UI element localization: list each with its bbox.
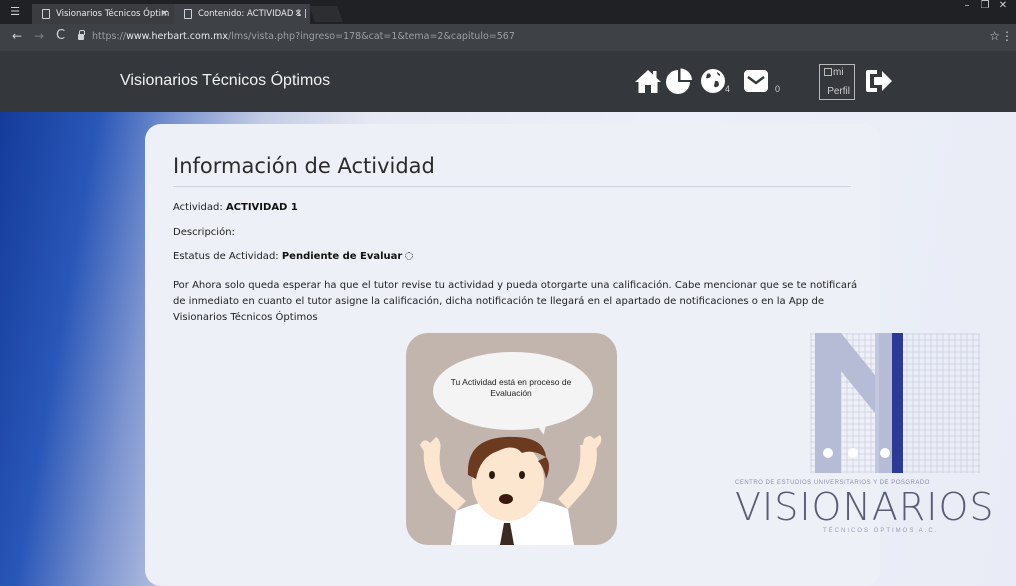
globe-icon[interactable] [698,66,728,96]
spinner-icon [405,252,414,260]
description-label: Descripción: [173,227,235,238]
profile-alt-text-1: mi [833,67,844,78]
address-bar: ← → C https://www.herbart.com.mx/lms/vis… [0,24,1016,51]
broken-image-icon [824,68,832,76]
logo-mark-icon [815,333,903,473]
close-window-icon[interactable]: ✕ [994,0,1012,11]
browser-tab-2[interactable]: Contenido: ACTIVIDAD 1 | ✕ [174,4,310,24]
new-tab-button[interactable] [309,6,343,22]
notifications-count: 4 [725,84,731,94]
app-header: Visionarios Técnicos Óptimos 4 0 mi Perf… [0,51,1016,112]
restore-icon[interactable]: ❐ [976,0,994,11]
url-field[interactable]: https://www.herbart.com.mx/lms/vista.php… [92,31,515,42]
reload-icon[interactable]: C [56,28,65,43]
logout-icon[interactable] [864,66,894,96]
status-row: Estatus de Actividad: Pendiente de Evalu… [173,251,414,262]
forward-icon[interactable]: → [34,29,44,43]
cheering-person-icon [420,435,602,545]
browser-tab-1[interactable]: Visionarios Técnicos Óptim ✕ [32,4,176,24]
bookmark-star-icon[interactable]: ☆ [989,29,1000,43]
tab-title: Visionarios Técnicos Óptim [56,9,170,19]
info-message: Por Ahora solo queda esperar ha que el t… [173,280,858,323]
close-tab-icon[interactable]: ✕ [160,4,168,24]
lock-icon [78,30,85,40]
status-value: Pendiente de Evaluar [281,251,403,262]
messages-count: 0 [775,84,781,94]
window-controls: – ❐ ✕ [958,0,1012,16]
logo-wordmark: VISIONARIOS [735,485,995,529]
browser-tab-strip: ☰ Visionarios Técnicos Óptim ✕ Contenido… [0,0,1016,24]
logo-subtitle: TÉCNICOS ÓPTIMOS A.C. [823,528,939,534]
minimize-icon[interactable]: – [958,0,976,11]
profile-image[interactable]: mi Perfil [819,64,855,100]
status-label: Estatus de Actividad: [173,251,282,262]
url-host: www.herbart.com.mx [126,31,228,42]
brand-title[interactable]: Visionarios Técnicos Óptimos [120,72,330,90]
home-icon[interactable] [633,66,663,96]
page-icon [184,9,192,19]
incognito-icon: ☰ [10,5,20,18]
url-scheme: https:// [92,31,127,42]
visionarios-logo: CENTRO DE ESTUDIOS UNIVERSITARIOS Y DE P… [735,333,995,541]
activity-row: Actividad: ACTIVIDAD 1 [173,202,298,213]
close-tab-icon[interactable]: ✕ [294,4,302,24]
message-icon[interactable] [741,66,771,96]
evaluation-illustration: Tu Actividad está en proceso de Evaluaci… [406,333,617,545]
page-icon [42,9,50,19]
menu-dots-icon[interactable]: ⋮ [1001,29,1013,43]
pie-chart-icon[interactable] [664,66,694,96]
back-icon[interactable]: ← [12,29,22,43]
url-path: /lms/vista.php?ingreso=178&cat=1&tema=2&… [227,31,515,42]
profile-alt-text-2: Perfil [827,86,850,97]
tab-title: Contenido: ACTIVIDAD 1 | [198,9,308,19]
activity-value: ACTIVIDAD 1 [225,202,298,213]
page-title: Información de Actividad [173,154,435,178]
activity-label: Actividad: [173,202,226,213]
divider [173,186,851,187]
